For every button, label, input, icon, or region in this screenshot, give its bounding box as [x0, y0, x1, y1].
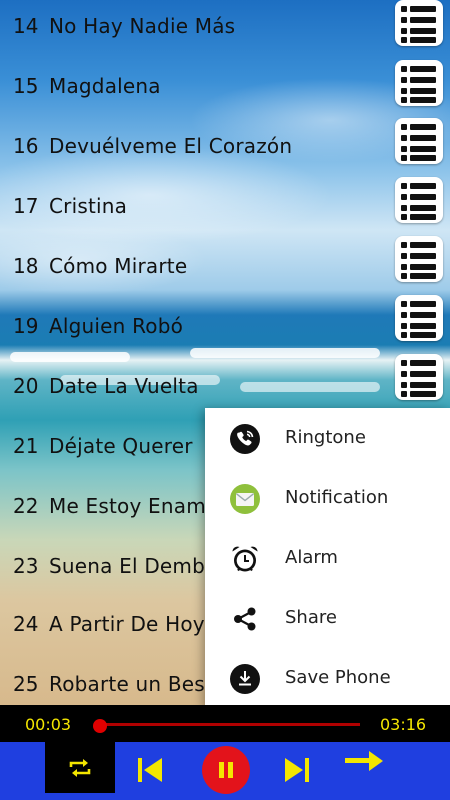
popup-item-save-phone[interactable]: Save Phone — [205, 648, 450, 708]
song-title: Magdalena — [49, 74, 161, 98]
progress-bar-area: 00:03 03:16 — [0, 705, 450, 742]
song-options-button[interactable] — [395, 60, 443, 106]
song-title: Déjate Querer — [49, 434, 193, 458]
song-number: 17 — [13, 194, 39, 218]
repeat-icon — [69, 759, 91, 777]
song-title: Alguien Robó — [49, 314, 184, 338]
song-number: 24 — [13, 612, 39, 636]
popup-item-ringtone[interactable]: Ringtone — [205, 408, 450, 468]
seek-thumb[interactable] — [92, 719, 107, 733]
song-row[interactable]: 18 Cómo Mirarte — [0, 236, 450, 300]
popup-item-label: Ringtone — [285, 427, 366, 448]
song-options-button[interactable] — [395, 236, 443, 282]
song-number: 21 — [13, 434, 39, 458]
song-number: 19 — [13, 314, 39, 338]
song-title: A Partir De Hoy — [49, 612, 205, 636]
envelope-icon — [230, 484, 260, 514]
popup-item-alarm[interactable]: Alarm — [205, 528, 450, 588]
popup-item-label: Save Phone — [285, 667, 391, 688]
song-title: Date La Vuelta — [49, 374, 199, 398]
song-number: 20 — [13, 374, 39, 398]
popup-item-notification[interactable]: Notification — [205, 468, 450, 528]
player-controls — [0, 742, 450, 800]
previous-track-icon[interactable] — [135, 755, 165, 785]
song-number: 16 — [13, 134, 39, 158]
next-track-icon[interactable] — [282, 755, 312, 785]
pause-button[interactable] — [202, 746, 250, 794]
song-number: 23 — [13, 554, 39, 578]
song-number: 22 — [13, 494, 39, 518]
seek-track[interactable] — [96, 723, 360, 726]
share-icon — [234, 607, 256, 631]
song-title: Cómo Mirarte — [49, 254, 188, 278]
song-row[interactable]: 17 Cristina — [0, 177, 450, 240]
pause-icon — [219, 762, 233, 778]
song-title: Me Estoy Enam — [49, 494, 206, 518]
total-time: 03:16 — [380, 715, 427, 734]
song-options-button[interactable] — [395, 354, 443, 400]
popup-item-label: Alarm — [285, 547, 338, 568]
forward-arrow-icon[interactable] — [343, 748, 385, 774]
song-title: Suena El Dembo — [49, 554, 218, 578]
song-options-button[interactable] — [395, 118, 443, 164]
current-time: 00:03 — [25, 715, 72, 734]
phone-ringtone-icon — [230, 424, 260, 454]
song-title: Cristina — [49, 194, 128, 218]
song-number: 15 — [13, 74, 39, 98]
song-row[interactable]: 19 Alguien Robó — [0, 295, 450, 360]
song-row[interactable]: 16 Devuélveme El Corazón — [0, 118, 450, 180]
download-icon — [230, 664, 260, 694]
popup-item-share[interactable]: Share — [205, 588, 450, 648]
song-title: No Hay Nadie Más — [49, 14, 236, 38]
song-title: Robarte un Bese — [49, 672, 218, 696]
song-row[interactable]: 15 Magdalena — [0, 60, 450, 120]
song-options-button[interactable] — [395, 177, 443, 223]
song-title: Devuélveme El Corazón — [49, 134, 293, 158]
song-number: 25 — [13, 672, 39, 696]
song-number: 18 — [13, 254, 39, 278]
popup-item-label: Notification — [285, 487, 389, 508]
popup-item-label: Share — [285, 607, 337, 628]
alarm-clock-icon — [232, 546, 258, 572]
song-number: 14 — [13, 14, 39, 38]
song-options-popup: Ringtone Notification Alarm Share Save P… — [205, 408, 450, 708]
song-options-button[interactable] — [395, 295, 443, 341]
repeat-button[interactable] — [45, 742, 115, 793]
song-row[interactable]: 14 No Hay Nadie Más — [0, 0, 450, 60]
song-options-button[interactable] — [395, 0, 443, 46]
